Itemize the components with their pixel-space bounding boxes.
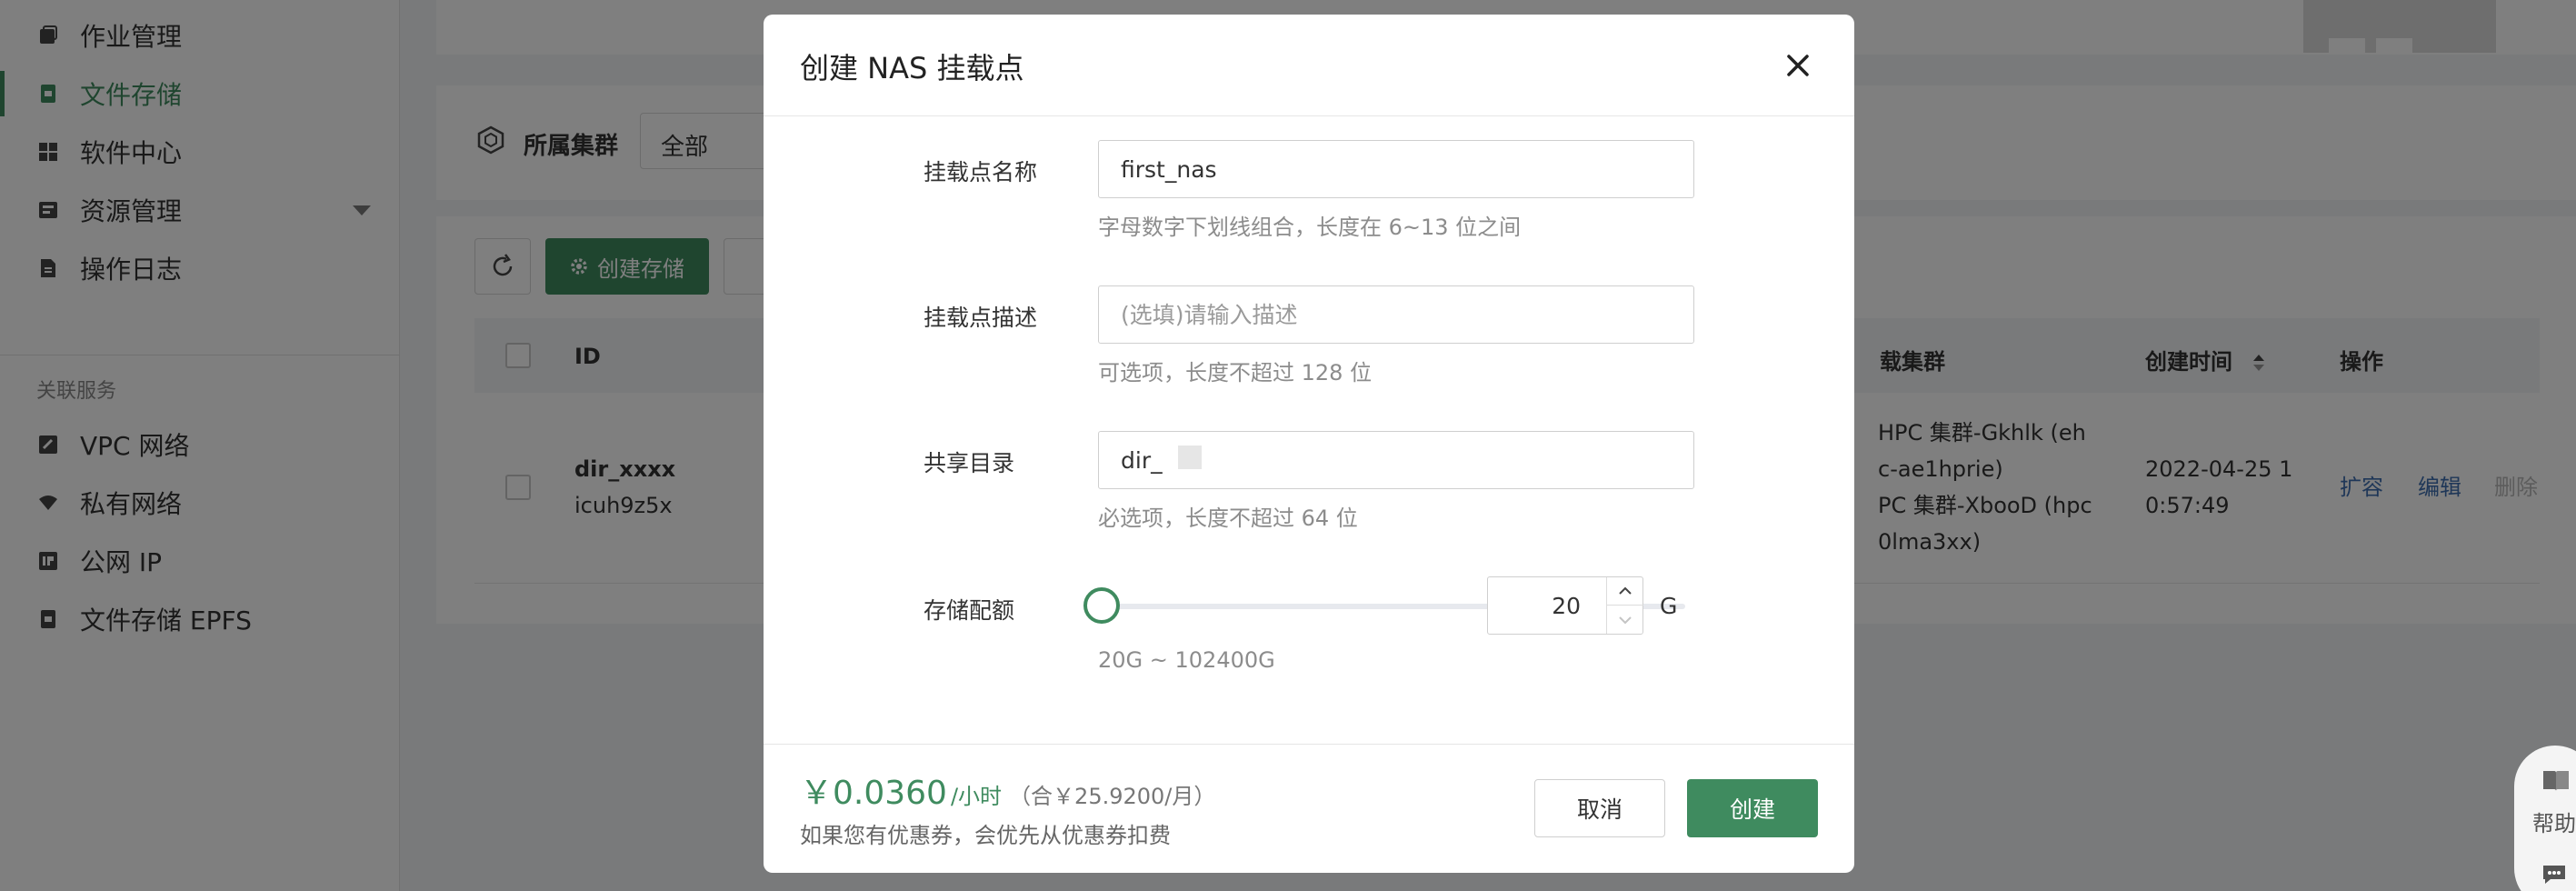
desc-hint: 可选项，长度不超过 128 位 (1098, 360, 1373, 385)
name-label: 挂载点名称 (924, 159, 1038, 185)
quota-range-hint: 20G ~ 102400G (1098, 647, 1275, 673)
coupon-note: 如果您有优惠券，会优先从优惠券扣费 (800, 823, 1171, 848)
desc-label: 挂载点描述 (924, 305, 1038, 331)
help-label: 帮助 (2532, 811, 2576, 836)
close-icon[interactable] (1780, 47, 1816, 84)
quota-value[interactable]: 20 (1552, 593, 1581, 619)
mount-name-input[interactable] (1098, 140, 1694, 198)
decrement-button[interactable] (1607, 606, 1643, 634)
price-display: ￥0.0360/小时 （合￥25.9200/月） (800, 766, 1215, 814)
quota-slider-handle[interactable] (1083, 587, 1120, 624)
quota-label: 存储配额 (924, 597, 1015, 624)
cancel-button[interactable]: 取消 (1534, 779, 1665, 837)
price-unit: /小时 (950, 784, 1003, 809)
monthly-price: （合￥25.9200/月） (1009, 784, 1216, 809)
mount-description-input[interactable] (1098, 285, 1694, 344)
quota-stepper[interactable]: 20 (1487, 576, 1643, 635)
dialog-footer: ￥0.0360/小时 （合￥25.9200/月） 如果您有优惠券，会优先从优惠券扣… (764, 744, 1854, 873)
dialog-header: 创建 NAS 挂载点 (764, 15, 1854, 116)
dialog-title: 创建 NAS 挂载点 (800, 51, 1024, 85)
hourly-price: ￥0.0360 (800, 775, 947, 812)
dir-hint: 必选项，长度不超过 64 位 (1098, 506, 1358, 531)
increment-button[interactable] (1607, 577, 1643, 606)
book-icon (2543, 771, 2569, 791)
quota-unit: G (1660, 593, 1678, 619)
redacted-text (1178, 446, 1202, 469)
chevron-up-icon (1619, 586, 1632, 595)
chevron-down-icon (1619, 616, 1632, 624)
help-widget[interactable]: 帮助 (2514, 746, 2576, 891)
create-button[interactable]: 创建 (1687, 779, 1818, 837)
name-hint: 字母数字下划线组合，长度在 6~13 位之间 (1098, 215, 1522, 240)
create-nas-dialog: 创建 NAS 挂载点 挂载点名称 字母数字下划线组合，长度在 6~13 位之间 … (764, 15, 1854, 873)
dir-label: 共享目录 (924, 450, 1015, 476)
chat-icon (2543, 866, 2565, 884)
